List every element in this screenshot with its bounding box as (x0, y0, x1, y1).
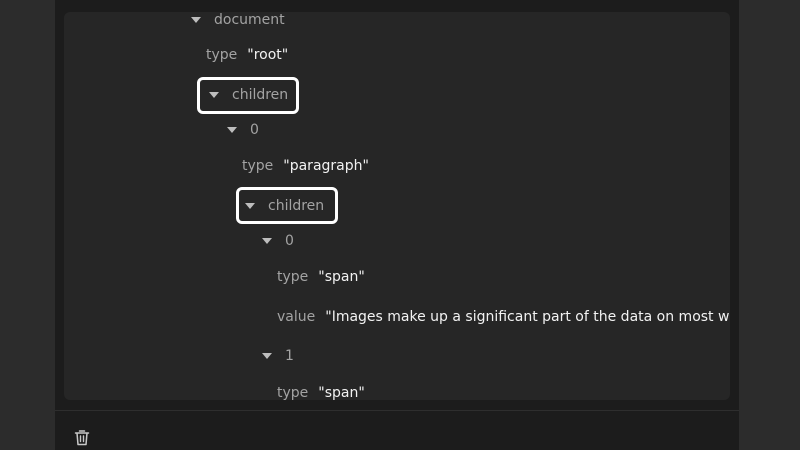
caret-down-icon[interactable] (262, 238, 272, 244)
node-key-index: 0 (250, 122, 259, 138)
json-tree-view: document type "root" children 0 type "pa… (64, 12, 730, 400)
trash-icon[interactable] (74, 429, 90, 446)
node-value-text: "Images make up a significant part of th… (325, 309, 730, 325)
node-key-type: type (277, 385, 309, 400)
node-key-index: 1 (285, 348, 294, 364)
right-backdrop (739, 0, 800, 450)
footer-divider (55, 410, 739, 411)
node-value-root: "root" (247, 47, 289, 63)
node-key-type: type (206, 47, 238, 63)
caret-down-icon[interactable] (262, 353, 272, 359)
node-key-value: value (277, 309, 316, 325)
caret-down-icon[interactable] (227, 127, 237, 133)
tree-node-index-0[interactable]: 0 (227, 119, 259, 141)
node-value-span: "span" (318, 385, 365, 400)
node-value-paragraph: "paragraph" (283, 158, 369, 174)
node-value-span: "span" (318, 269, 365, 285)
caret-down-icon[interactable] (191, 17, 201, 23)
highlight-box-children-root (197, 77, 299, 114)
tree-leaf-span0-type: type "span" (277, 266, 365, 288)
left-backdrop (0, 0, 55, 450)
tree-leaf-paragraph-type: type "paragraph" (242, 155, 369, 177)
tree-leaf-span1-type: type "span" (277, 382, 365, 400)
node-key-type: type (277, 269, 309, 285)
tree-node-span-index-0[interactable]: 0 (262, 230, 294, 252)
tree-node-document[interactable]: document (191, 12, 285, 31)
node-key-document: document (214, 12, 285, 28)
tree-leaf-root-type: type "root" (206, 44, 288, 66)
tree-node-span-index-1[interactable]: 1 (262, 345, 294, 367)
highlight-box-children-paragraph (236, 187, 338, 224)
tree-leaf-span0-value: value "Images make up a significant part… (277, 306, 729, 328)
node-key-type: type (242, 158, 274, 174)
node-key-index: 0 (285, 233, 294, 249)
